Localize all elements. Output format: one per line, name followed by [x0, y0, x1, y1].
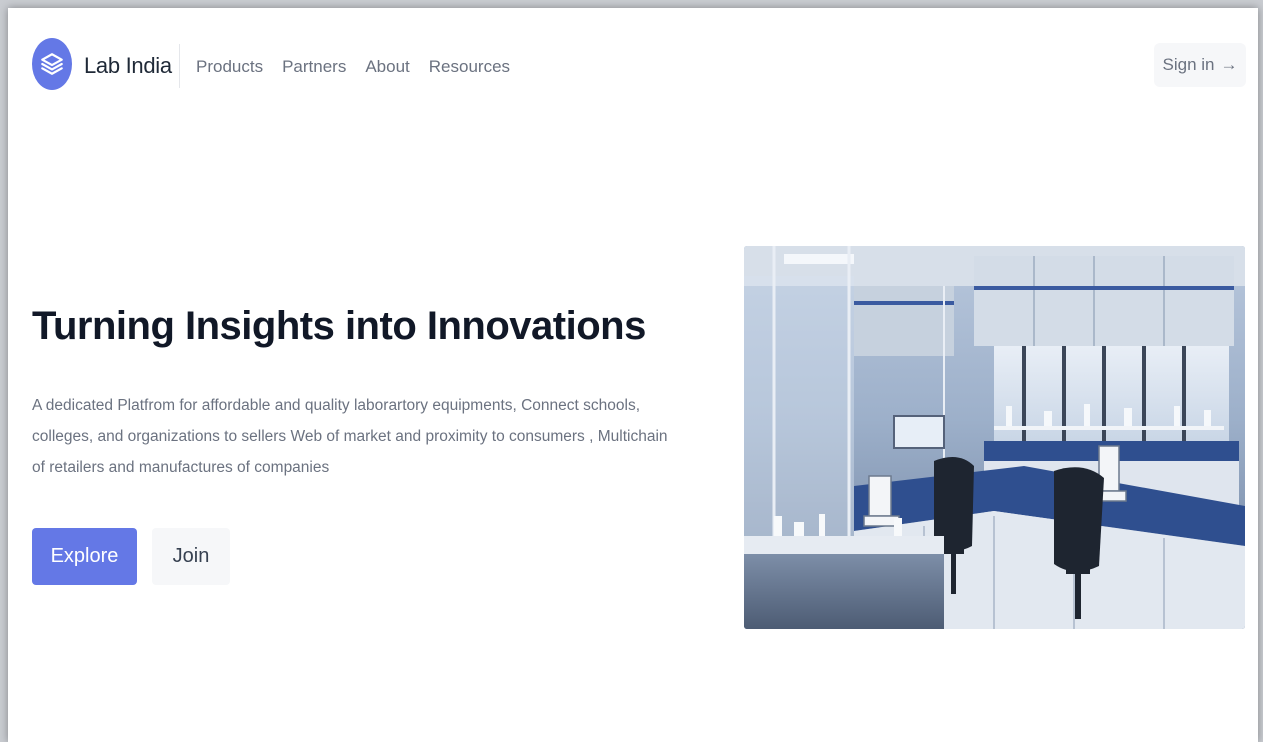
- nav-item-resources[interactable]: Resources: [429, 57, 510, 77]
- page-frame: Lab India Products Partners About Resour…: [8, 8, 1258, 742]
- hero-description: A dedicated Platfrom for affordable and …: [32, 397, 668, 476]
- site-header: Lab India Products Partners About Resour…: [8, 8, 1258, 126]
- explore-button[interactable]: Explore: [32, 528, 137, 585]
- nav-item-about[interactable]: About: [365, 57, 409, 77]
- sign-in-button[interactable]: Sign in →: [1154, 43, 1246, 87]
- hero-title: Turning Insights into Innovations: [32, 304, 646, 348]
- arrow-right-icon: →: [1220, 55, 1238, 74]
- main-nav: Products Partners About Resources: [196, 57, 510, 77]
- join-button[interactable]: Join: [152, 528, 230, 585]
- nav-item-products[interactable]: Products: [196, 57, 263, 77]
- laboratory-image: [744, 246, 1245, 629]
- sign-in-label: Sign in: [1162, 55, 1215, 74]
- header-divider: [179, 44, 180, 88]
- nav-item-partners[interactable]: Partners: [282, 57, 346, 77]
- layers-icon[interactable]: [32, 38, 72, 90]
- brand-name[interactable]: Lab India: [84, 53, 172, 79]
